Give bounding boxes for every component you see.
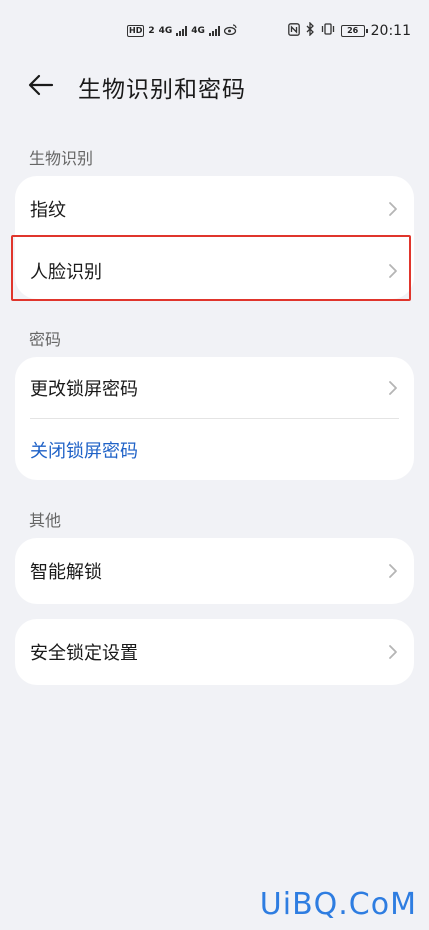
- card-smart-unlock: 智能解锁: [15, 538, 414, 604]
- list-item-smart-unlock[interactable]: 智能解锁: [15, 538, 414, 604]
- watermark: UiBQ.CoM: [259, 887, 417, 922]
- highlight-annotation-box: [11, 235, 411, 301]
- bluetooth-icon: [306, 21, 315, 40]
- signal-icon-1: [176, 26, 188, 36]
- network-type-1: 4G: [158, 26, 173, 36]
- weibo-icon: [223, 24, 237, 38]
- card-password: 更改锁屏密码 关闭锁屏密码: [15, 357, 414, 480]
- battery-indicator: 26: [340, 25, 368, 37]
- list-item-label: 智能解锁: [30, 562, 102, 583]
- vibrate-icon: [321, 23, 335, 39]
- nfc-icon: [287, 22, 300, 40]
- network-type-2: 4G: [191, 26, 205, 36]
- signal-icon-2: [208, 26, 220, 36]
- list-item-change-lock-password[interactable]: 更改锁屏密码: [15, 357, 414, 419]
- chevron-right-icon: [389, 202, 397, 216]
- section-label-biometrics: 生物识别: [29, 149, 94, 168]
- section-label-other: 其他: [29, 511, 62, 530]
- status-right: 26 20:11: [287, 21, 411, 40]
- disable-lock-password-link[interactable]: 关闭锁屏密码: [15, 419, 414, 480]
- chevron-right-icon: [389, 381, 397, 395]
- app-header: 生物识别和密码: [0, 62, 429, 108]
- list-item-label: 安全锁定设置: [30, 643, 138, 664]
- arrow-left-icon: [28, 74, 54, 96]
- page-title: 生物识别和密码: [78, 77, 246, 103]
- link-label: 关闭锁屏密码: [30, 440, 138, 462]
- hd-badge: HD: [127, 25, 145, 37]
- chevron-right-icon: [389, 645, 397, 659]
- status-left: HD 2 4G 4G: [127, 24, 237, 38]
- sim-number: 2: [148, 26, 155, 36]
- chevron-right-icon: [389, 564, 397, 578]
- list-item-security-lock-settings[interactable]: 安全锁定设置: [15, 619, 414, 685]
- back-button[interactable]: [26, 70, 56, 100]
- list-item-label: 更改锁屏密码: [30, 379, 138, 400]
- card-security-lock-settings: 安全锁定设置: [15, 619, 414, 685]
- clock: 20:11: [370, 23, 411, 39]
- list-item-fingerprint[interactable]: 指纹: [15, 176, 414, 242]
- list-item-label: 指纹: [30, 200, 66, 221]
- section-label-password: 密码: [29, 330, 62, 349]
- status-bar: HD 2 4G 4G 26 20:11: [0, 0, 429, 62]
